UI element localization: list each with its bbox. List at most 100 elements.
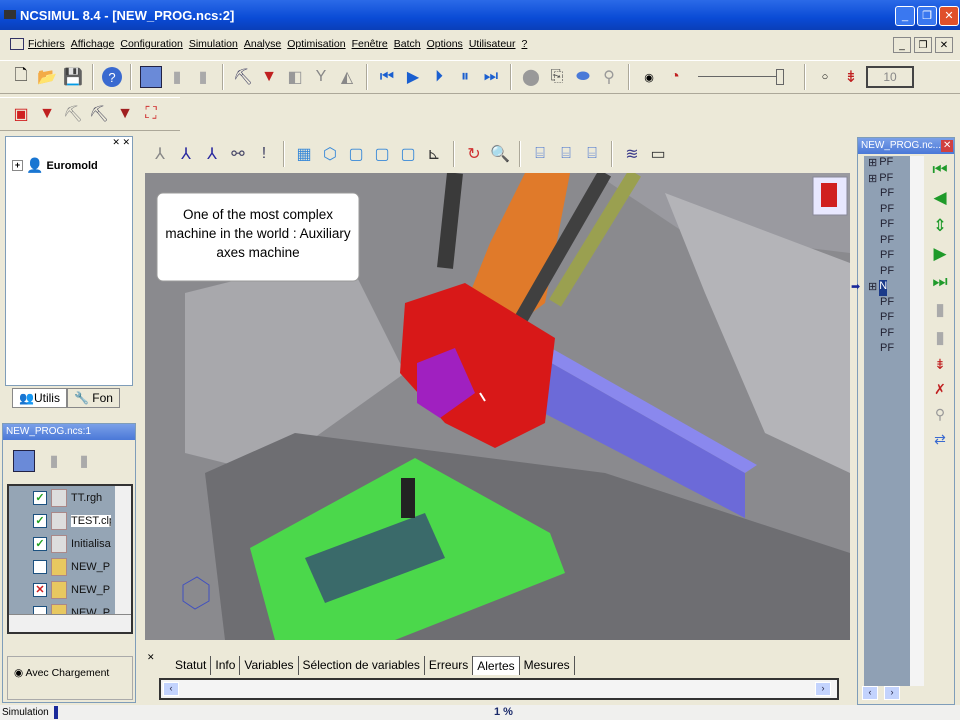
- menu-optimisation[interactable]: Optimisation: [287, 38, 345, 57]
- vertical-scrollbar[interactable]: [910, 156, 924, 686]
- stock-icon[interactable]: ◧: [284, 66, 306, 88]
- doc-restore-button[interactable]: ❐: [914, 37, 932, 53]
- doc-minimize-button[interactable]: _: [893, 37, 911, 53]
- measure-icon[interactable]: ⚯: [227, 143, 249, 165]
- page-icon[interactable]: ▮: [192, 66, 214, 88]
- info-icon[interactable]: !: [253, 143, 275, 165]
- cylinder-icon[interactable]: ⌸: [529, 143, 551, 165]
- axes-xyz-icon[interactable]: ⅄: [175, 143, 197, 165]
- iso-view-icon[interactable]: ⬡: [319, 143, 341, 165]
- part-icon[interactable]: ◭: [336, 66, 358, 88]
- program-line[interactable]: ⊞ PF: [864, 172, 910, 188]
- zoom-icon[interactable]: 🔍: [489, 143, 511, 165]
- breakpoint-icon[interactable]: ⇟: [934, 356, 946, 373]
- next-line-icon[interactable]: ▶: [933, 244, 946, 264]
- program-list-item[interactable]: ✕ NEW_PROG: [9, 578, 131, 601]
- screen-icon[interactable]: [13, 450, 35, 472]
- tab-info[interactable]: Info: [211, 656, 241, 675]
- page-icon[interactable]: ▮: [935, 328, 944, 348]
- program-list-item[interactable]: NEW_PROG: [9, 555, 131, 578]
- menu-options[interactable]: Options: [427, 38, 463, 57]
- doc-close-button[interactable]: ✕: [935, 37, 953, 53]
- menu-analyse[interactable]: Analyse: [244, 38, 281, 57]
- axes-rotate-icon[interactable]: ⅄: [201, 143, 223, 165]
- remove-breakpoint-icon[interactable]: ✗: [934, 381, 946, 398]
- item-checkbox[interactable]: ✓: [33, 490, 47, 505]
- previous-line-icon[interactable]: ◀: [933, 188, 946, 208]
- program-line[interactable]: PF: [864, 342, 910, 358]
- screen-icon[interactable]: [140, 66, 162, 88]
- page-icon[interactable]: ▮: [73, 450, 95, 472]
- 3d-viewport[interactable]: One of the most complex machine in the w…: [145, 173, 850, 640]
- speed-slider[interactable]: [698, 67, 788, 87]
- scroll-right-button[interactable]: ›: [884, 686, 900, 700]
- menu-configuration[interactable]: Configuration: [120, 38, 182, 57]
- item-checkbox[interactable]: [33, 559, 47, 574]
- transfer-icon[interactable]: ⇄: [934, 431, 946, 448]
- toolpath-icon[interactable]: ≋: [621, 143, 643, 165]
- machine-view-icon[interactable]: ▣: [10, 103, 32, 125]
- collision-icon[interactable]: ⛏: [62, 103, 84, 125]
- cylinder-solid-icon[interactable]: ⌸: [581, 143, 603, 165]
- expand-icon[interactable]: +: [12, 160, 23, 171]
- menu-help[interactable]: ?: [522, 38, 528, 57]
- camera-icon[interactable]: ▭: [647, 143, 669, 165]
- spindle-icon[interactable]: ⚲: [598, 66, 620, 88]
- minimize-button[interactable]: _: [895, 6, 915, 26]
- expand-icon[interactable]: ⊞: [868, 156, 877, 172]
- step-radio[interactable]: ○: [814, 66, 836, 88]
- tab-variables[interactable]: Variables: [240, 656, 299, 675]
- optimize-icon[interactable]: ⬬: [572, 66, 594, 88]
- tab-erreurs[interactable]: Erreurs: [425, 656, 474, 675]
- program-line[interactable]: ⊞ PF: [864, 156, 910, 172]
- tab-fon[interactable]: 🔧 Fon: [66, 388, 120, 408]
- scroll-left-button[interactable]: ‹: [862, 686, 878, 700]
- menu-simulation[interactable]: Simulation: [189, 38, 238, 57]
- maximize-button[interactable]: ❐: [917, 6, 937, 26]
- horizontal-scrollbar[interactable]: [9, 614, 131, 632]
- program-line[interactable]: PF: [864, 218, 910, 234]
- program-line[interactable]: PF: [864, 249, 910, 265]
- vertical-scrollbar[interactable]: [115, 486, 131, 614]
- speed-radio[interactable]: ◉: [638, 66, 660, 88]
- last-line-icon[interactable]: ⏭: [932, 272, 947, 292]
- item-checkbox[interactable]: ✓: [33, 513, 47, 528]
- cylinder-section-icon[interactable]: ⌸: [555, 143, 577, 165]
- save-icon[interactable]: 💾: [62, 66, 84, 88]
- expand-icon[interactable]: ⊞: [868, 280, 877, 296]
- item-checkbox[interactable]: ✕: [33, 582, 47, 597]
- program-line[interactable]: ⊞ ➡ N: [851, 280, 910, 296]
- menu-fenetre[interactable]: Fenêtre: [352, 38, 388, 57]
- program-line[interactable]: PF: [864, 265, 910, 281]
- output-scrollbar[interactable]: ‹ ›: [159, 678, 839, 700]
- tree-root-item[interactable]: Euromold: [46, 160, 97, 172]
- program-line[interactable]: PF: [864, 296, 910, 312]
- program-line[interactable]: PF: [864, 327, 910, 343]
- scroll-right-button[interactable]: ›: [815, 682, 831, 696]
- top-view-icon[interactable]: ▢: [371, 143, 393, 165]
- program-list-item[interactable]: ✓ TT.rgh: [9, 486, 131, 509]
- grid-view-icon[interactable]: ▦: [293, 143, 315, 165]
- program-line[interactable]: PF: [864, 187, 910, 203]
- tool-holder-icon[interactable]: ▼: [36, 103, 58, 125]
- expand-icon[interactable]: ⊞: [868, 172, 877, 188]
- panel-close-button[interactable]: ✕: [941, 140, 954, 152]
- program-list-item[interactable]: ✓ Initialisation: [9, 532, 131, 555]
- tool-icon[interactable]: ▼: [258, 66, 280, 88]
- tab-alertes[interactable]: Alertes: [473, 656, 520, 675]
- output-panel-close[interactable]: ✕: [147, 652, 155, 663]
- program-line[interactable]: PF: [864, 203, 910, 219]
- cutter-icon[interactable]: ⛏: [88, 103, 110, 125]
- machine-icon[interactable]: ⛏: [232, 66, 254, 88]
- page-icon[interactable]: ▮: [166, 66, 188, 88]
- step-icon[interactable]: ⏵: [428, 66, 450, 88]
- menu-affichage[interactable]: Affichage: [71, 38, 115, 57]
- step-to-icon[interactable]: ⏭: [480, 66, 502, 88]
- program-list-item[interactable]: ✓ TEST.clp: [9, 509, 131, 532]
- angle-icon[interactable]: ⊾: [423, 143, 445, 165]
- program-line[interactable]: PF: [864, 234, 910, 250]
- menu-utilisateur[interactable]: Utilisateur: [469, 38, 516, 57]
- axes-icon[interactable]: ⅄: [149, 143, 171, 165]
- help-icon[interactable]: ?: [102, 67, 122, 87]
- tab-sélection-de-variables[interactable]: Sélection de variables: [299, 656, 425, 675]
